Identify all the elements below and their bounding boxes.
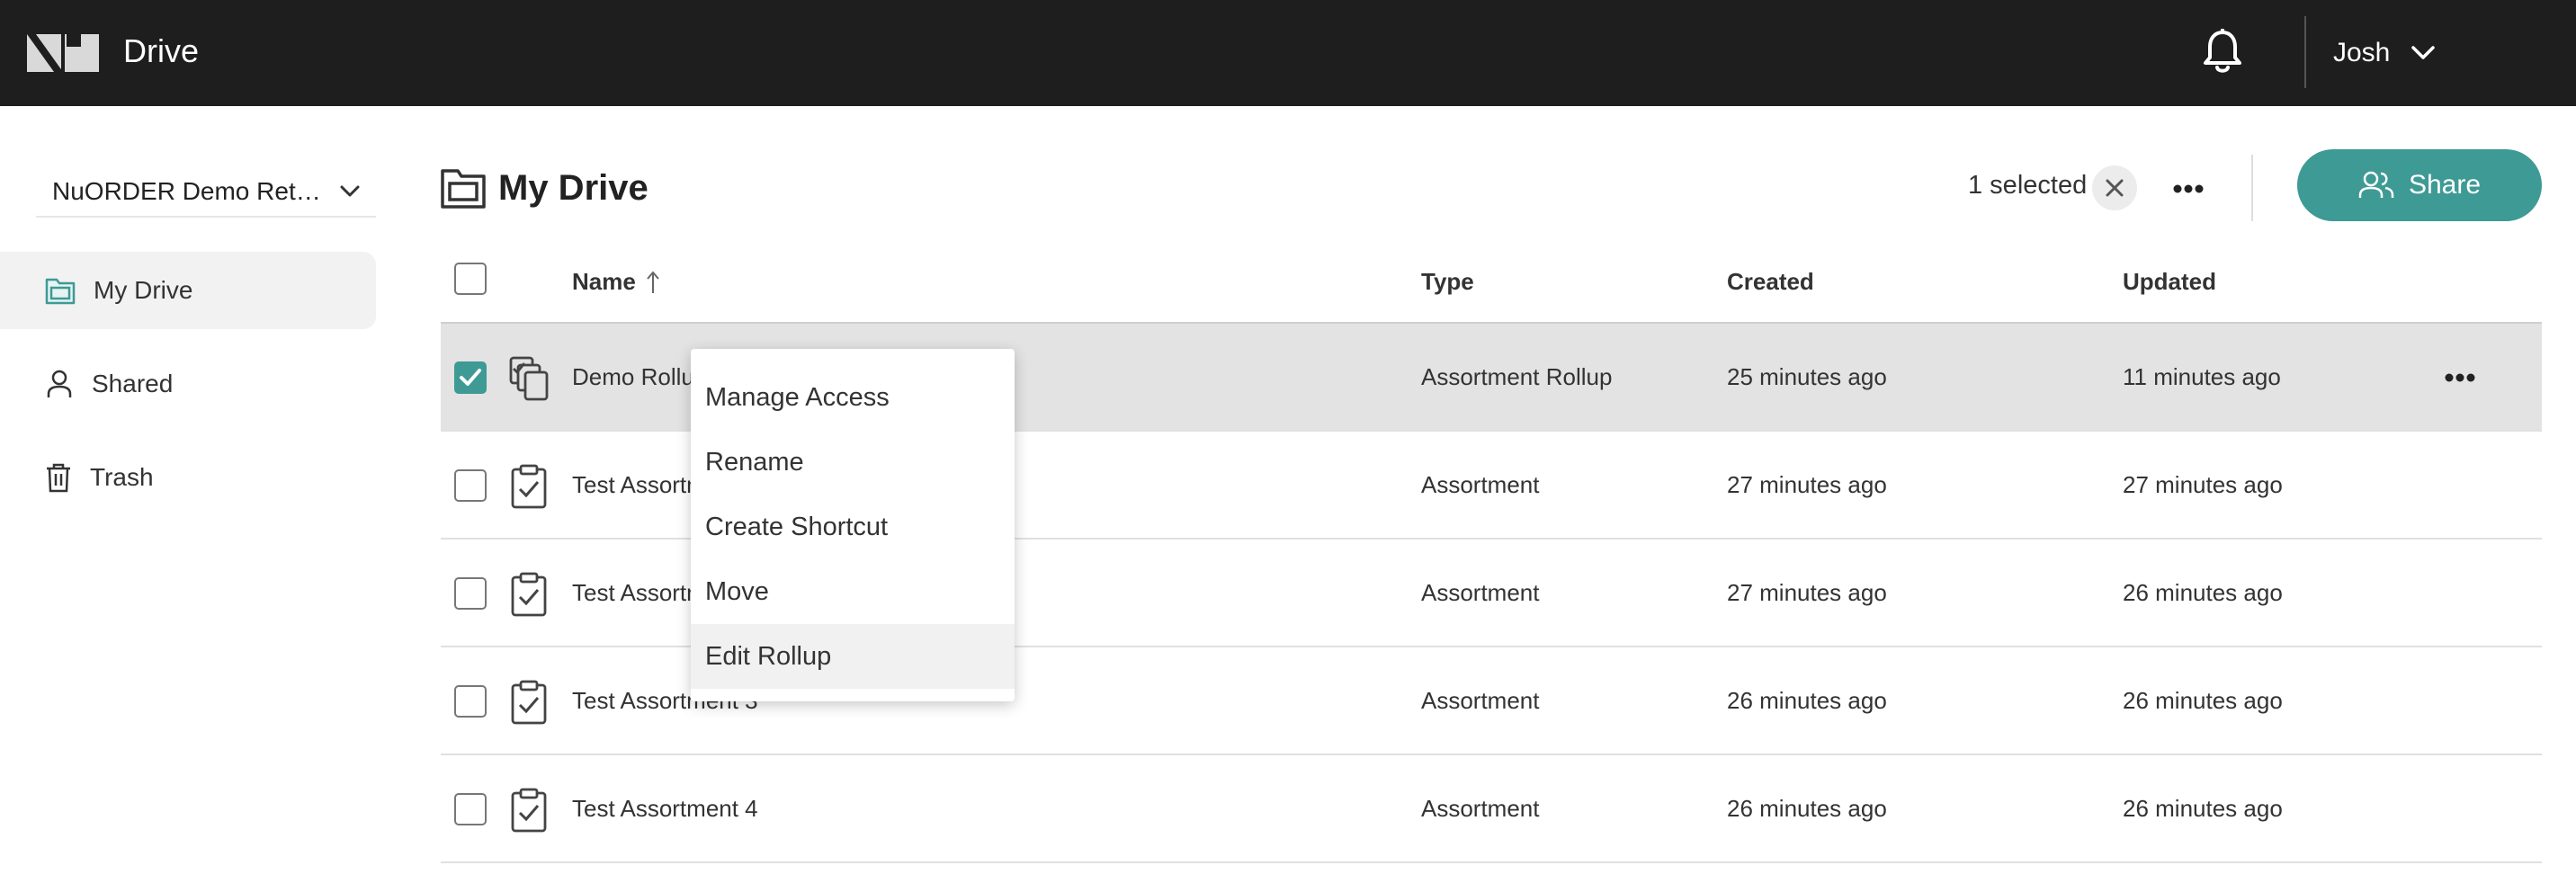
more-actions-button[interactable] [2166, 171, 2211, 207]
clipboard-check-icon [511, 572, 547, 617]
people-icon [2358, 171, 2394, 198]
row-checkbox[interactable] [454, 577, 487, 610]
row-checkbox[interactable] [454, 793, 487, 825]
menu-item-manage-access[interactable]: Manage Access [691, 365, 1015, 430]
row-created: 27 minutes ago [1727, 471, 1887, 498]
sidebar-item-trash[interactable]: Trash [0, 439, 376, 516]
menu-item-create-shortcut[interactable]: Create Shortcut [691, 495, 1015, 559]
header-divider [2251, 155, 2253, 221]
rollup-icon [509, 356, 549, 401]
column-header-updated[interactable]: Updated [2123, 268, 2216, 296]
person-icon [47, 370, 72, 397]
column-header-name[interactable]: Name [572, 268, 659, 296]
row-checkbox[interactable] [454, 685, 487, 718]
row-updated: 26 minutes ago [2123, 579, 2283, 606]
folder-icon [441, 169, 486, 209]
row-created: 26 minutes ago [1727, 687, 1887, 714]
sidebar-item-label: Trash [90, 463, 154, 491]
checkmark-icon [460, 369, 481, 386]
more-horizontal-icon [2173, 184, 2204, 193]
row-checkbox[interactable] [454, 361, 487, 394]
bell-icon[interactable] [2202, 29, 2243, 76]
page-header: My Drive [441, 167, 648, 209]
row-name: Test Assortment 4 [572, 795, 758, 822]
user-menu[interactable]: Josh [2333, 32, 2436, 74]
row-updated: 11 minutes ago [2123, 363, 2281, 390]
top-bar: Drive Josh [0, 0, 2576, 106]
more-horizontal-icon [2445, 373, 2475, 382]
arrow-up-icon [647, 270, 659, 293]
row-type: Assortment Rollup [1421, 363, 1613, 390]
context-menu: Manage Access Rename Create Shortcut Mov… [691, 349, 1015, 701]
row-type: Assortment [1421, 795, 1540, 822]
row-updated: 27 minutes ago [2123, 471, 2283, 498]
row-checkbox[interactable] [454, 469, 487, 502]
folder-icon [45, 278, 76, 305]
row-type: Assortment [1421, 471, 1540, 498]
row-type: Assortment [1421, 579, 1540, 606]
top-bar-divider [2304, 16, 2306, 88]
menu-item-move[interactable]: Move [691, 559, 1015, 624]
sidebar-item-label: Shared [92, 370, 174, 397]
column-header-type[interactable]: Type [1421, 268, 1474, 296]
trash-icon [47, 463, 70, 493]
sidebar-item-label: My Drive [94, 276, 193, 304]
retailer-select[interactable]: NuORDER Demo Retailer [36, 167, 376, 218]
sidebar: NuORDER Demo Retailer My Drive Shared Tr… [0, 106, 396, 892]
table-header: Name Type Created Updated [441, 243, 2542, 324]
clipboard-check-icon [511, 788, 547, 833]
row-created: 25 minutes ago [1727, 363, 1887, 390]
column-header-created[interactable]: Created [1727, 268, 1814, 296]
user-name: Josh [2333, 38, 2391, 67]
share-label: Share [2408, 170, 2482, 200]
clipboard-check-icon [511, 464, 547, 509]
chevron-down-icon [340, 185, 360, 197]
row-updated: 26 minutes ago [2123, 687, 2283, 714]
share-button[interactable]: Share [2297, 149, 2542, 221]
clear-selection-button[interactable] [2092, 165, 2137, 210]
row-updated: 26 minutes ago [2123, 795, 2283, 822]
column-header-label: Name [572, 268, 636, 295]
table-row[interactable]: Test Assortment 4 Assortment 26 minutes … [441, 755, 2542, 863]
menu-item-rename[interactable]: Rename [691, 430, 1015, 495]
sidebar-item-shared[interactable]: Shared [0, 345, 376, 423]
row-more-button[interactable] [2437, 361, 2482, 394]
row-created: 27 minutes ago [1727, 579, 1887, 606]
sidebar-item-my-drive[interactable]: My Drive [0, 252, 376, 329]
selected-count: 1 selected [1968, 171, 2088, 200]
page-title: My Drive [498, 167, 648, 208]
menu-item-edit-rollup[interactable]: Edit Rollup [691, 624, 1015, 689]
row-type: Assortment [1421, 687, 1540, 714]
clipboard-check-icon [511, 680, 547, 725]
chevron-down-icon [2411, 46, 2436, 59]
nuorder-logo-icon[interactable] [27, 34, 99, 72]
app-title: Drive [123, 32, 200, 69]
select-all-checkbox[interactable] [454, 263, 487, 295]
row-created: 26 minutes ago [1727, 795, 1887, 822]
retailer-name: NuORDER Demo Retailer [52, 177, 331, 205]
row-name: Demo Rollup [572, 363, 708, 390]
close-icon [2106, 179, 2124, 197]
